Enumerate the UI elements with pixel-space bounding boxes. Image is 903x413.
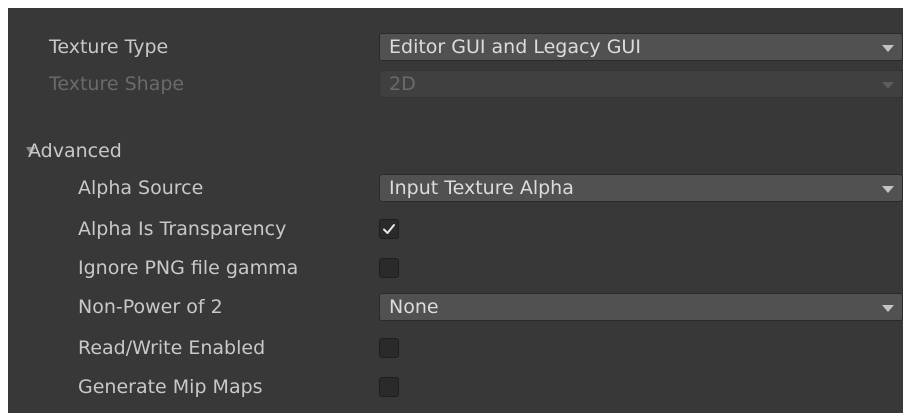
texture-type-value: Editor GUI and Legacy GUI bbox=[389, 36, 641, 58]
generate-mip-maps-checkbox[interactable] bbox=[379, 377, 399, 397]
alpha-source-dropdown[interactable]: Input Texture Alpha bbox=[379, 174, 903, 202]
alpha-is-transparency-label: Alpha Is Transparency bbox=[78, 218, 287, 240]
read-write-enabled-label: Read/Write Enabled bbox=[78, 337, 266, 359]
non-power-of-2-row: Non-Power of 2 None bbox=[8, 290, 903, 324]
generate-mip-maps-row: Generate Mip Maps bbox=[8, 370, 903, 404]
texture-type-label: Texture Type bbox=[49, 36, 169, 58]
ignore-png-gamma-checkbox[interactable] bbox=[379, 258, 399, 278]
ignore-png-gamma-label: Ignore PNG file gamma bbox=[78, 257, 299, 279]
texture-shape-row: Texture Shape 2D bbox=[8, 67, 903, 101]
texture-shape-value: 2D bbox=[389, 73, 416, 95]
non-power-of-2-dropdown[interactable]: None bbox=[379, 293, 903, 321]
chevron-down-icon bbox=[882, 82, 894, 89]
non-power-of-2-label: Non-Power of 2 bbox=[78, 296, 223, 318]
texture-import-settings-panel: Texture Type Editor GUI and Legacy GUI T… bbox=[8, 8, 903, 413]
chevron-down-icon bbox=[882, 45, 894, 52]
read-write-enabled-row: Read/Write Enabled bbox=[8, 331, 903, 365]
alpha-source-label: Alpha Source bbox=[78, 177, 204, 199]
texture-shape-label: Texture Shape bbox=[49, 73, 185, 95]
ignore-png-gamma-row: Ignore PNG file gamma bbox=[8, 251, 903, 285]
advanced-label: Advanced bbox=[28, 140, 122, 162]
alpha-source-row: Alpha Source Input Texture Alpha bbox=[8, 171, 903, 205]
generate-mip-maps-label: Generate Mip Maps bbox=[78, 376, 263, 398]
texture-shape-dropdown: 2D bbox=[379, 70, 903, 98]
read-write-enabled-checkbox[interactable] bbox=[379, 338, 399, 358]
chevron-down-icon bbox=[882, 305, 894, 312]
alpha-is-transparency-row: Alpha Is Transparency bbox=[8, 212, 903, 246]
non-power-of-2-value: None bbox=[389, 296, 439, 318]
alpha-is-transparency-checkbox[interactable] bbox=[379, 219, 399, 239]
texture-type-row: Texture Type Editor GUI and Legacy GUI bbox=[8, 30, 903, 64]
chevron-down-icon bbox=[882, 186, 894, 193]
texture-type-dropdown[interactable]: Editor GUI and Legacy GUI bbox=[379, 33, 903, 61]
alpha-source-value: Input Texture Alpha bbox=[389, 177, 574, 199]
checkmark-icon bbox=[383, 224, 395, 234]
advanced-foldout[interactable]: Advanced bbox=[8, 134, 903, 168]
